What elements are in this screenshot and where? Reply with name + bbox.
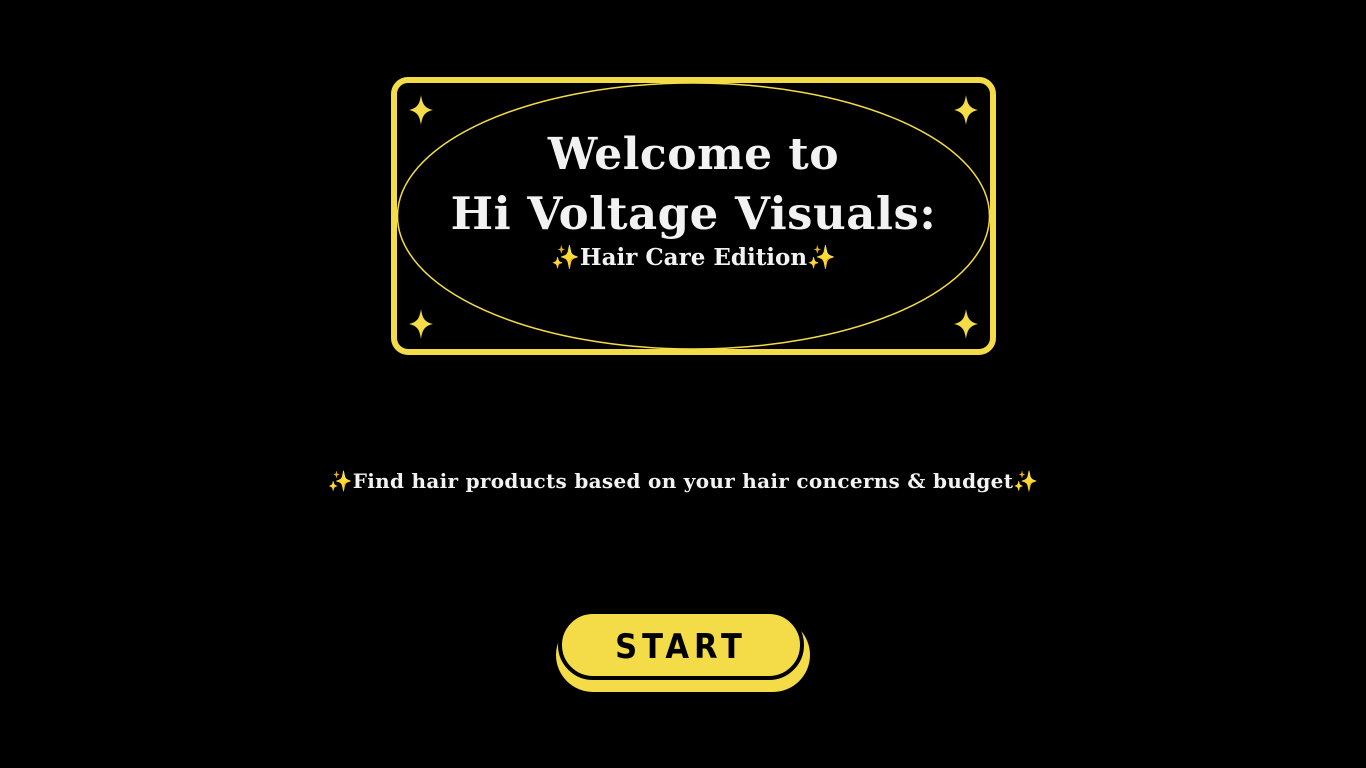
landing-page: Welcome to Hi Voltage Visuals: ✨Hair Car…	[0, 0, 1366, 768]
sparkle-icon: ✨	[807, 244, 836, 271]
welcome-heading: Welcome to	[547, 129, 840, 180]
hero-text: Welcome to Hi Voltage Visuals: ✨Hair Car…	[391, 77, 996, 355]
sparkle-icon: ✨	[1013, 469, 1039, 493]
tagline-text: Find hair products based on your hair co…	[352, 469, 1014, 493]
edition-subtitle: ✨Hair Care Edition✨	[391, 242, 996, 274]
start-button-label: START	[615, 627, 747, 667]
hero-banner: Welcome to Hi Voltage Visuals: ✨Hair Car…	[391, 77, 996, 355]
tagline: ✨Find hair products based on your hair c…	[0, 466, 1366, 496]
sparkle-icon: ✨	[327, 469, 353, 493]
edition-subtitle-text: Hair Care Edition	[579, 244, 808, 271]
sparkle-icon: ✨	[551, 244, 580, 271]
start-button[interactable]: START	[556, 610, 810, 692]
brand-heading: Hi Voltage Visuals:	[450, 187, 937, 240]
